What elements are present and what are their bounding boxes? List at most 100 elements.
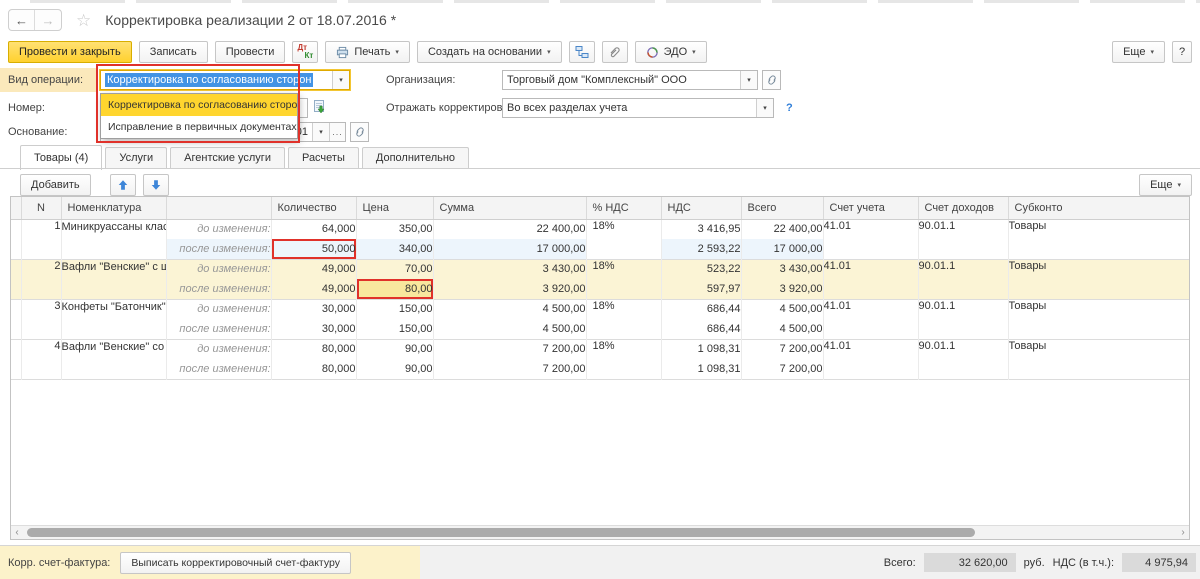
attachments-button[interactable] [602,41,628,63]
reflect-dropdown-arrow[interactable]: ▾ [756,99,773,117]
cell-vat-before[interactable]: 1 098,31 [661,339,741,359]
cell-total-before[interactable]: 4 500,00 [741,299,823,319]
cell-subconto[interactable]: Товары [1008,259,1190,299]
grid-more-button[interactable]: Еще ▾ [1139,174,1192,196]
cell-qty-after[interactable]: 80,000 [271,359,356,379]
header-account[interactable]: Счет учета [823,197,918,219]
cell-n[interactable]: 4 [21,339,61,379]
cell-income-account[interactable]: 90.01.1 [918,299,1008,339]
cell-vat-pct[interactable]: 18% [586,339,661,379]
cell-qty-before[interactable]: 64,000 [271,219,356,239]
scroll-right-arrow[interactable]: › [1177,526,1189,539]
cell-vat-after[interactable]: 686,44 [661,319,741,339]
subordination-structure-button[interactable] [569,41,595,63]
cell-price-after[interactable]: 150,00 [356,319,433,339]
organization-field[interactable]: Торговый дом "Комплексный" ООО ▾ [502,70,758,90]
header-qty[interactable]: Количество [271,197,356,219]
cell-vat-pct[interactable]: 18% [586,219,661,259]
cell-income-account[interactable]: 90.01.1 [918,219,1008,259]
cell-vat-before[interactable]: 523,22 [661,259,741,279]
cell-total-after[interactable]: 7 200,00 [741,359,823,379]
reflect-help-icon[interactable]: ? [786,102,793,114]
more-button[interactable]: Еще ▾ [1112,41,1165,63]
cell-qty-after[interactable]: 49,000 [271,279,356,299]
cell-qty-before[interactable]: 30,000 [271,299,356,319]
cell-qty-before[interactable]: 80,000 [271,339,356,359]
cell-qty-after[interactable]: 30,000 [271,319,356,339]
reflect-adjustment-field[interactable]: Во всех разделах учета ▾ [502,98,774,118]
cell-vat-after[interactable]: 1 098,31 [661,359,741,379]
cell-price-before[interactable]: 70,00 [356,259,433,279]
cell-nomenclature[interactable]: Вафли "Венские" с шоколадом... [61,259,166,299]
cell-account[interactable]: 41.01 [823,219,918,259]
header-vat[interactable]: НДС [661,197,741,219]
cell-total-after[interactable]: 4 500,00 [741,319,823,339]
cell-total-after[interactable]: 17 000,00 [741,239,823,259]
dropdown-option-primary-docs[interactable]: Исправление в первичных документах [101,116,297,138]
cell-n[interactable]: 3 [21,299,61,339]
cell-sum-before[interactable]: 22 400,00 [433,219,586,239]
scrollbar-thumb[interactable] [27,528,975,537]
cell-price-after[interactable]: 340,00 [356,239,433,259]
cell-subconto[interactable]: Товары [1008,219,1190,259]
cell-price-before[interactable]: 150,00 [356,299,433,319]
cell-vat-after[interactable]: 2 593,22 [661,239,741,259]
cell-vat-before[interactable]: 686,44 [661,299,741,319]
header-vat-pct[interactable]: % НДС [586,197,661,219]
header-price[interactable]: Цена [356,197,433,219]
cell-vat-pct[interactable]: 18% [586,299,661,339]
header-subconto[interactable]: Субконто [1008,197,1190,219]
cell-nomenclature[interactable]: Конфеты "Батончик" [61,299,166,339]
cell-total-before[interactable]: 7 200,00 [741,339,823,359]
header-n[interactable]: N [21,197,61,219]
combobox-dropdown-arrow[interactable]: ▾ [332,71,349,89]
create-on-basis-button[interactable]: Создать на основании ▾ [417,41,562,63]
basis-open-link-button[interactable] [350,122,369,142]
cell-total-before[interactable]: 3 430,00 [741,259,823,279]
cell-account[interactable]: 41.01 [823,339,918,379]
edo-button[interactable]: ЭДО ▾ [635,41,707,63]
cell-subconto[interactable]: Товары [1008,339,1190,379]
cell-income-account[interactable]: 90.01.1 [918,259,1008,299]
basis-dropdown-arrow[interactable]: ▾ [312,123,329,141]
tab-additional[interactable]: Дополнительно [362,147,469,169]
cell-sum-after[interactable]: 4 500,00 [433,319,586,339]
cell-qty-after-highlighted[interactable]: 50,000 [271,239,356,259]
help-button[interactable]: ? [1172,41,1192,63]
post-button[interactable]: Провести [215,41,286,63]
header-income-account[interactable]: Счет доходов [918,197,1008,219]
favorite-star-icon[interactable]: ☆ [76,12,91,29]
tab-goods[interactable]: Товары (4) [20,145,102,170]
header-sum[interactable]: Сумма [433,197,586,219]
cell-n[interactable]: 2 [21,259,61,299]
cell-vat-after[interactable]: 597,97 [661,279,741,299]
add-row-button[interactable]: Добавить [20,174,91,196]
cell-nomenclature[interactable]: Миникруассаны классические [61,219,166,259]
write-button[interactable]: Записать [139,41,208,63]
header-change[interactable] [166,197,271,219]
print-button[interactable]: Печать ▾ [325,41,410,63]
scroll-left-arrow[interactable]: ‹ [11,526,23,539]
cell-n[interactable]: 1 [21,219,61,259]
move-row-up-button[interactable] [110,174,136,196]
cell-sum-after[interactable]: 7 200,00 [433,359,586,379]
dropdown-option-agreement[interactable]: Корректировка по согласованию сторон [101,94,297,116]
back-button[interactable]: ← [9,10,35,30]
forward-button[interactable]: → [35,10,61,30]
dt-kt-postings-button[interactable]: ДтКт [292,41,318,63]
cell-vat-before[interactable]: 3 416,95 [661,219,741,239]
cell-subconto[interactable]: Товары [1008,299,1190,339]
operation-type-combobox[interactable]: Корректировка по согласованию сторон ▾ [100,70,350,90]
cell-vat-pct[interactable]: 18% [586,259,661,299]
cell-price-before[interactable]: 350,00 [356,219,433,239]
basis-choose-button[interactable]: ... [329,123,345,141]
tab-agent-services[interactable]: Агентские услуги [170,147,285,169]
cell-total-after[interactable]: 3 920,00 [741,279,823,299]
cell-account[interactable]: 41.01 [823,259,918,299]
cell-price-before[interactable]: 90,00 [356,339,433,359]
cell-account[interactable]: 41.01 [823,299,918,339]
header-total[interactable]: Всего [741,197,823,219]
organization-dropdown-arrow[interactable]: ▾ [740,71,757,89]
fill-document-icon[interactable] [312,99,328,115]
cell-nomenclature[interactable]: Вафли "Венские" со сгущенным молоком... [61,339,166,379]
